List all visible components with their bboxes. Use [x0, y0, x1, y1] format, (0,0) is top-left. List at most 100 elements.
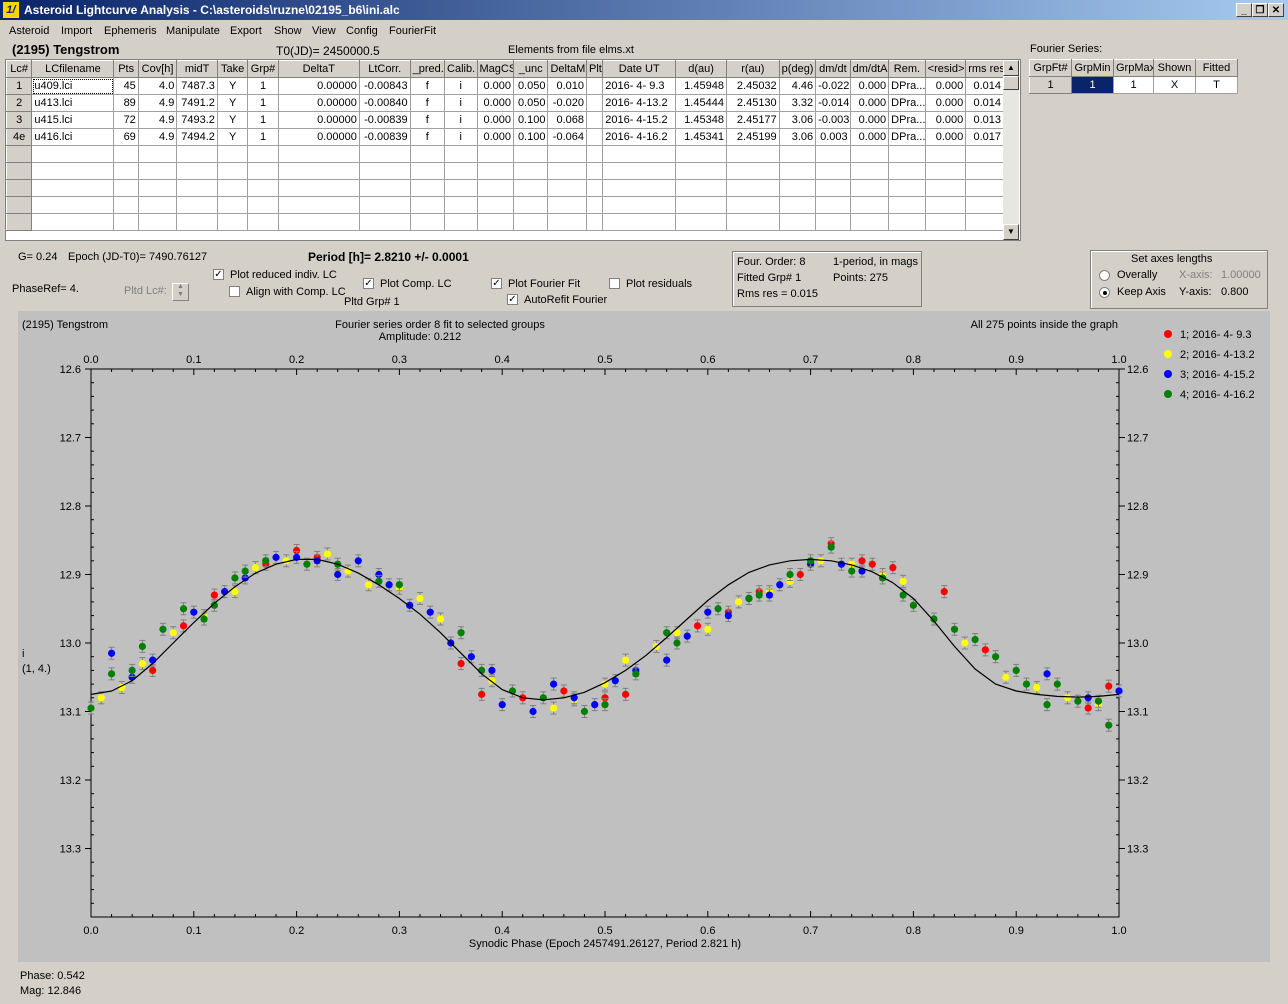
table-cell[interactable]: 1: [247, 128, 279, 146]
empty-cell[interactable]: [965, 213, 1004, 231]
col-header[interactable]: d(au): [675, 60, 727, 78]
empty-cell[interactable]: [815, 196, 851, 214]
fs-cell-shown[interactable]: X: [1153, 76, 1196, 94]
fs-cell-grpft[interactable]: 1: [1029, 76, 1072, 94]
empty-cell[interactable]: [585, 196, 604, 214]
empty-cell[interactable]: [849, 213, 890, 231]
table-cell[interactable]: 89: [113, 94, 139, 112]
empty-cell[interactable]: [247, 145, 279, 163]
empty-cell[interactable]: [216, 162, 249, 180]
table-cell[interactable]: Y: [216, 77, 249, 95]
empty-cell[interactable]: [444, 145, 478, 163]
menu-fourierfit[interactable]: FourierFit: [389, 25, 436, 37]
table-cell[interactable]: i: [444, 111, 478, 129]
empty-cell[interactable]: [113, 196, 139, 214]
table-cell[interactable]: 2016- 4-13.2: [602, 94, 677, 112]
empty-cell[interactable]: [602, 179, 677, 197]
menu-ephemeris[interactable]: Ephemeris: [104, 25, 157, 37]
pltd-lc-spinner[interactable]: ▲ ▼: [172, 283, 189, 301]
col-header[interactable]: r(au): [725, 60, 780, 78]
table-cell[interactable]: f: [409, 94, 446, 112]
empty-cell[interactable]: [444, 179, 478, 197]
table-cell[interactable]: 4.9: [137, 94, 178, 112]
empty-cell[interactable]: [725, 213, 780, 231]
empty-cell[interactable]: [137, 196, 178, 214]
col-header[interactable]: MagCS: [476, 60, 514, 78]
empty-cell[interactable]: [31, 145, 115, 163]
empty-cell[interactable]: [113, 145, 139, 163]
plot-fourier-checkbox[interactable]: ✓: [491, 278, 502, 289]
lightcurve-plot[interactable]: (2195) Tengstrom Fourier series order 8 f…: [18, 311, 1270, 962]
table-cell[interactable]: 1: [247, 94, 279, 112]
menu-asteroid[interactable]: Asteroid: [9, 25, 49, 37]
table-cell[interactable]: 1: [247, 111, 279, 129]
empty-cell[interactable]: [778, 179, 817, 197]
table-cell[interactable]: u416.lci: [31, 128, 115, 146]
table-cell[interactable]: -0.014: [815, 94, 851, 112]
empty-cell[interactable]: [216, 196, 249, 214]
close-button[interactable]: ✕: [1268, 3, 1284, 17]
empty-cell[interactable]: [547, 162, 587, 180]
table-cell[interactable]: f: [409, 77, 446, 95]
empty-cell[interactable]: [6, 162, 33, 180]
table-cell[interactable]: 2.45130: [725, 94, 780, 112]
empty-cell[interactable]: [602, 162, 677, 180]
empty-cell[interactable]: [358, 196, 411, 214]
empty-cell[interactable]: [247, 162, 279, 180]
row-number[interactable]: 4e: [6, 128, 33, 146]
table-cell[interactable]: 72: [113, 111, 139, 129]
empty-cell[interactable]: [476, 162, 514, 180]
empty-cell[interactable]: [512, 145, 549, 163]
empty-cell[interactable]: [602, 213, 677, 231]
y-axis-value[interactable]: 0.800: [1221, 286, 1249, 298]
table-cell[interactable]: 2.45199: [725, 128, 780, 146]
table-cell[interactable]: 0.013: [965, 111, 1004, 129]
table-row[interactable]: 1 u409.lci 45 4.0 7487.3 Y 1 0.00000 -0.00843 f i 0…: [6, 77, 1004, 95]
empty-cell[interactable]: [602, 145, 677, 163]
row-number[interactable]: 1: [6, 77, 33, 95]
empty-cell[interactable]: [31, 179, 115, 197]
empty-cell[interactable]: [6, 213, 33, 231]
empty-cell[interactable]: [924, 162, 967, 180]
col-header[interactable]: Take: [216, 60, 249, 78]
empty-cell[interactable]: [815, 179, 851, 197]
table-cell[interactable]: 7493.2: [176, 111, 218, 129]
col-header[interactable]: _pred.: [409, 60, 446, 78]
empty-cell[interactable]: [277, 162, 360, 180]
empty-cell[interactable]: [247, 179, 279, 197]
empty-cell[interactable]: [31, 213, 115, 231]
spin-down-icon[interactable]: ▼: [177, 291, 184, 298]
empty-cell[interactable]: [137, 179, 178, 197]
table-cell[interactable]: 0.000: [924, 94, 967, 112]
plot-comp-checkbox[interactable]: ✓: [363, 278, 374, 289]
table-cell[interactable]: 2016- 4-16.2: [602, 128, 677, 146]
empty-cell[interactable]: [176, 196, 218, 214]
table-row[interactable]: 2 u413.lci 89 4.9 7491.2 Y 1 0.00000 -0.00840 f i 0…: [6, 94, 1004, 112]
table-row[interactable]: 4e u416.lci 69 4.9 7494.2 Y 1 0.00000 -0.00839 f i…: [6, 128, 1004, 146]
table-cell[interactable]: -0.00843: [358, 77, 411, 95]
empty-cell[interactable]: [675, 196, 727, 214]
table-cell[interactable]: 0.050: [512, 94, 549, 112]
row-number[interactable]: 3: [6, 111, 33, 129]
empty-cell[interactable]: [675, 145, 727, 163]
table-cell[interactable]: -0.022: [815, 77, 851, 95]
table-cell[interactable]: 0.050: [512, 77, 549, 95]
table-cell[interactable]: 3.06: [778, 128, 817, 146]
empty-cell[interactable]: [585, 145, 604, 163]
empty-cell[interactable]: [888, 179, 926, 197]
empty-cell[interactable]: [247, 196, 279, 214]
col-header[interactable]: p(deg): [778, 60, 817, 78]
empty-row[interactable]: [6, 145, 1004, 163]
empty-cell[interactable]: [6, 145, 33, 163]
table-cell[interactable]: u413.lci: [31, 94, 115, 112]
empty-cell[interactable]: [358, 162, 411, 180]
empty-cell[interactable]: [476, 196, 514, 214]
empty-cell[interactable]: [358, 213, 411, 231]
empty-cell[interactable]: [247, 213, 279, 231]
table-cell[interactable]: 0.000: [924, 128, 967, 146]
table-cell[interactable]: 0.00000: [277, 77, 360, 95]
empty-cell[interactable]: [585, 179, 604, 197]
table-cell[interactable]: Y: [216, 128, 249, 146]
empty-cell[interactable]: [778, 196, 817, 214]
col-header[interactable]: Grp#: [247, 60, 279, 78]
